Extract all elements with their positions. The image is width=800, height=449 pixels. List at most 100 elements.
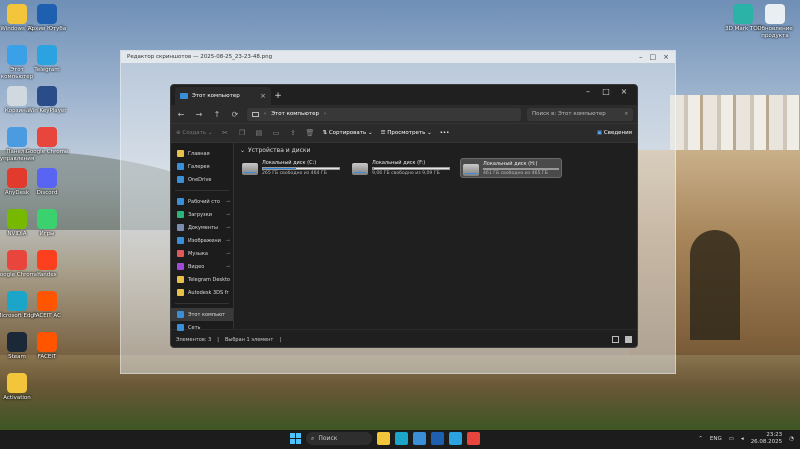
taskbar-app-icon[interactable] — [413, 432, 426, 445]
nav-item[interactable]: Документы ⊸ — [171, 221, 233, 234]
nav-item[interactable]: Этот компьют — [171, 308, 233, 321]
nav-item-label: Музыка — [188, 250, 208, 257]
new-tab-button[interactable]: + — [271, 87, 285, 105]
desktop-icon[interactable]: FACEIT — [25, 332, 69, 361]
taskbar-app-icon[interactable] — [449, 432, 462, 445]
nav-item-label: Этот компьют — [188, 311, 226, 318]
selected-count: Выбран 1 элемент — [224, 336, 274, 343]
maximize-icon[interactable]: □ — [650, 53, 657, 61]
nav-item[interactable]: Галерея — [171, 160, 233, 173]
address-bar-row: ← → ↑ ⟳ › Этот компьютер › Поиск в: Этот… — [171, 105, 637, 123]
nav-item[interactable]: Telegram Deskto — [171, 273, 233, 286]
window-controls: – □ × — [579, 87, 633, 96]
nav-item[interactable]: Изображени ⊸ — [171, 234, 233, 247]
app-icon — [733, 4, 753, 24]
more-button[interactable]: ••• — [440, 130, 450, 136]
desktop-icon[interactable]: Игры — [25, 209, 69, 238]
details-view-icon[interactable] — [612, 336, 619, 343]
taskbar: ⌕ Поиск ⌃ ENG ▭ ◂ 23:23 26.08.2025 ◔ — [0, 430, 800, 449]
desktop-icon[interactable]: Архив Ютуба — [25, 4, 69, 33]
app-icon — [7, 209, 27, 229]
nav-item[interactable]: Главная — [171, 147, 233, 160]
minimize-icon[interactable]: – — [639, 53, 643, 61]
notifications-icon[interactable]: ◔ — [789, 436, 794, 442]
status-divider: | — [279, 336, 282, 343]
desktop-icon[interactable]: Yandex — [25, 250, 69, 279]
clock[interactable]: 23:23 26.08.2025 — [751, 432, 783, 446]
up-icon[interactable]: ↑ — [211, 110, 223, 119]
desktop-icon[interactable]: Telegram — [25, 45, 69, 74]
paste-icon[interactable]: ▤ — [254, 129, 263, 138]
tiles-view-icon[interactable] — [625, 336, 632, 343]
drive-name: Локальный диск (H:) — [483, 161, 538, 167]
desktop-icon[interactable]: Обновление продукта — [753, 4, 797, 39]
rename-icon[interactable]: ▭ — [271, 129, 280, 138]
file-explorer-window[interactable]: Этот компьютер × + – □ × ← → ↑ ⟳ › Этот … — [170, 84, 638, 348]
sort-button[interactable]: ⇅ Сортировать ⌄ — [322, 130, 372, 136]
nav-item[interactable]: Рабочий сто ⊸ — [171, 195, 233, 208]
taskbar-search[interactable]: ⌕ Поиск — [306, 432, 372, 445]
close-icon[interactable]: × — [615, 87, 633, 96]
maximize-icon[interactable]: □ — [597, 87, 615, 96]
app-icon — [37, 168, 57, 188]
share-icon[interactable]: ⇪ — [288, 129, 297, 138]
explorer-tab[interactable]: Этот компьютер × — [175, 87, 271, 105]
desktop-icon-label: Google Chrome — [25, 149, 69, 155]
address-input[interactable]: › Этот компьютер › — [247, 107, 521, 121]
nav-item[interactable]: Видео ⊸ — [171, 260, 233, 273]
nav-item[interactable]: Сеть — [171, 321, 233, 334]
group-header[interactable]: ⌄ Устройства и диски — [240, 147, 631, 154]
desktop-icon[interactable]: Activation — [0, 373, 39, 402]
desktop-icon[interactable]: Win KeyPlayer — [25, 86, 69, 115]
delete-icon[interactable]: 🗑 — [305, 129, 315, 138]
chevron-up-icon[interactable]: ⌃ — [698, 436, 703, 442]
desktop-icon[interactable]: Discord — [25, 168, 69, 197]
desktop-icon-label: Обновление продукта — [757, 26, 793, 39]
screenshot-editor-titlebar[interactable]: Редактор скриншотов — 2025-08-25_23-23-4… — [121, 51, 675, 63]
hard-drive-icon — [242, 163, 258, 175]
drive-free-space: 9,06 ГБ свободно из 9,09 ГБ — [372, 171, 440, 176]
chevron-right-icon: › — [323, 111, 327, 117]
status-bar: Элементов: 3 | Выбран 1 элемент | — [171, 329, 637, 347]
folder-icon — [177, 150, 184, 157]
desktop-icon[interactable]: FACEIT AC — [25, 291, 69, 320]
drive-item[interactable]: Локальный диск (C:) 265 ГБ свободно из 46… — [240, 158, 342, 178]
nav-item[interactable]: OneDrive — [171, 173, 233, 186]
view-button[interactable]: ☰ Просмотреть ⌄ — [381, 130, 432, 136]
volume-icon[interactable]: ◂ — [741, 436, 744, 442]
drive-item[interactable]: Локальный диск (F:) 9,06 ГБ свободно из 9… — [350, 158, 452, 178]
forward-icon[interactable]: → — [193, 110, 205, 119]
close-tab-icon[interactable]: × — [260, 92, 266, 100]
details-button[interactable]: ▣ Сведения — [597, 130, 632, 136]
screenshot-editor-title: Редактор скриншотов — 2025-08-25_23-23-4… — [127, 54, 273, 60]
create-button[interactable]: ⊕ Создать ⌄ — [176, 130, 212, 136]
back-icon[interactable]: ← — [175, 110, 187, 119]
app-icon — [37, 291, 57, 311]
clock-time: 23:23 — [766, 432, 783, 438]
nav-item[interactable]: Музыка ⊸ — [171, 247, 233, 260]
folder-icon — [177, 198, 184, 205]
taskbar-search-label: Поиск — [318, 435, 338, 442]
taskbar-app-icon[interactable] — [431, 432, 444, 445]
refresh-icon[interactable]: ⟳ — [229, 110, 241, 119]
taskbar-app-icon[interactable] — [467, 432, 480, 445]
nav-item[interactable]: Autodesk 3DS fr — [171, 286, 233, 299]
cut-icon[interactable]: ✂ — [220, 129, 229, 138]
search-input[interactable]: Поиск в: Этот компьютер ⌕ — [527, 107, 633, 121]
close-icon[interactable]: × — [663, 53, 669, 61]
nav-item[interactable]: Загрузки ⊸ — [171, 208, 233, 221]
language-indicator[interactable]: ENG — [710, 436, 722, 442]
folder-icon — [177, 289, 184, 296]
details-pane-icon: ▣ — [596, 130, 603, 136]
taskbar-app-icon[interactable] — [377, 432, 390, 445]
sort-icon: ⇅ — [322, 130, 328, 136]
nav-item-label: Сеть — [188, 324, 201, 331]
start-icon[interactable] — [290, 433, 301, 444]
taskbar-app-icon[interactable] — [395, 432, 408, 445]
copy-icon[interactable]: ❐ — [237, 129, 246, 138]
computer-icon — [180, 93, 188, 99]
desktop-icon[interactable]: Google Chrome — [25, 127, 69, 156]
network-icon[interactable]: ▭ — [729, 436, 734, 442]
drive-item[interactable]: Локальный диск (H:) 461 ГБ свободно из 46… — [460, 158, 562, 178]
minimize-icon[interactable]: – — [579, 87, 597, 96]
